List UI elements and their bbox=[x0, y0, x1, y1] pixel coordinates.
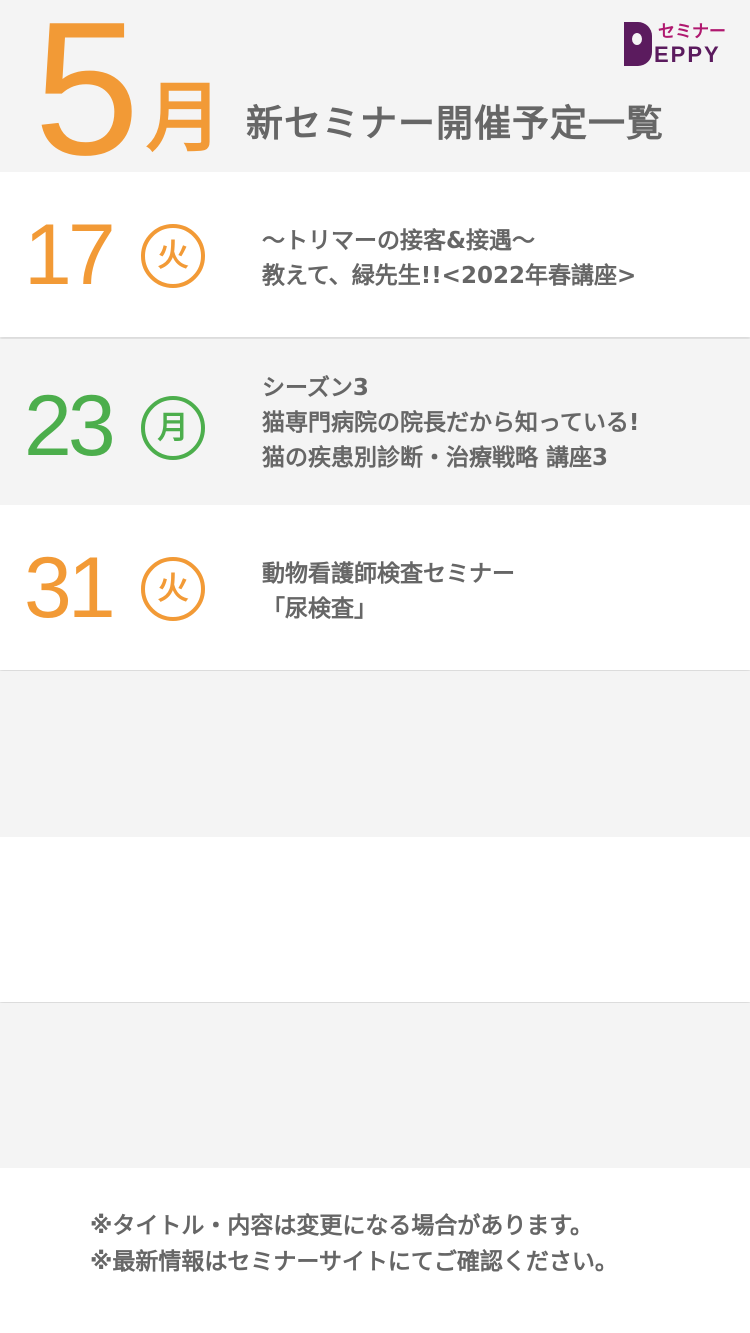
event-title-line: シーズン3 bbox=[262, 375, 369, 401]
footer-note: ※タイトル・内容は変更になる場合があります。 bbox=[90, 1213, 594, 1239]
event-title-line: 猫専門病院の院長だから知っている! bbox=[262, 410, 640, 436]
month-number: 5 bbox=[34, 0, 140, 195]
page-title: 新セミナー開催予定一覧 bbox=[246, 102, 664, 145]
logo-p-mark-icon bbox=[624, 22, 652, 66]
logo-sub-text: セミナー bbox=[658, 22, 726, 42]
event-title: シーズン3 猫専門病院の院長だから知っている! 猫の疾患別診断・治療戦略 講座3 bbox=[262, 371, 639, 476]
empty-row bbox=[0, 837, 750, 1002]
event-day: 31 bbox=[24, 540, 116, 636]
header: 5 月 新セミナー開催予定一覧 セミナー EPPY bbox=[0, 0, 750, 184]
footer-note: ※最新情報はセミナーサイトにてご確認ください。 bbox=[90, 1249, 618, 1275]
event-row[interactable]: 31 火 動物看護師検査セミナー 「尿検査」 bbox=[0, 505, 750, 670]
empty-row bbox=[0, 671, 750, 836]
event-title-line: 動物看護師検査セミナー bbox=[262, 561, 515, 587]
event-row[interactable]: 23 月 シーズン3 猫専門病院の院長だから知っている! 猫の疾患別診断・治療戦… bbox=[0, 339, 750, 504]
event-title-line: 教えて、緑先生!!<2022年春講座> bbox=[262, 263, 637, 289]
empty-row bbox=[0, 1003, 750, 1168]
event-row[interactable]: 17 火 〜トリマーの接客&接遇〜 教えて、緑先生!!<2022年春講座> bbox=[0, 172, 750, 337]
event-day: 23 bbox=[24, 378, 116, 474]
event-title-line: 猫の疾患別診断・治療戦略 講座3 bbox=[262, 445, 609, 471]
event-title-line: 〜トリマーの接客&接遇〜 bbox=[262, 228, 536, 254]
weekday-badge: 月 bbox=[141, 396, 205, 460]
event-title: 動物看護師検査セミナー 「尿検査」 bbox=[262, 557, 515, 627]
event-day: 17 bbox=[24, 207, 116, 303]
footer: ※タイトル・内容は変更になる場合があります。 ※最新情報はセミナーサイトにてご確… bbox=[0, 1168, 750, 1333]
event-title: 〜トリマーの接客&接遇〜 教えて、緑先生!!<2022年春講座> bbox=[262, 224, 636, 294]
weekday-badge: 火 bbox=[141, 224, 205, 288]
month-kanji: 月 bbox=[146, 73, 222, 162]
event-title-line: 「尿検査」 bbox=[262, 596, 377, 622]
seminar-schedule-page: 5 月 新セミナー開催予定一覧 セミナー EPPY 17 火 〜トリマーの接客&… bbox=[0, 0, 750, 1333]
logo-main-text: EPPY bbox=[654, 42, 721, 67]
weekday-badge: 火 bbox=[141, 557, 205, 621]
footer-notes: ※タイトル・内容は変更になる場合があります。 ※最新情報はセミナーサイトにてご確… bbox=[90, 1208, 618, 1280]
peppy-logo[interactable]: セミナー EPPY bbox=[624, 22, 736, 70]
